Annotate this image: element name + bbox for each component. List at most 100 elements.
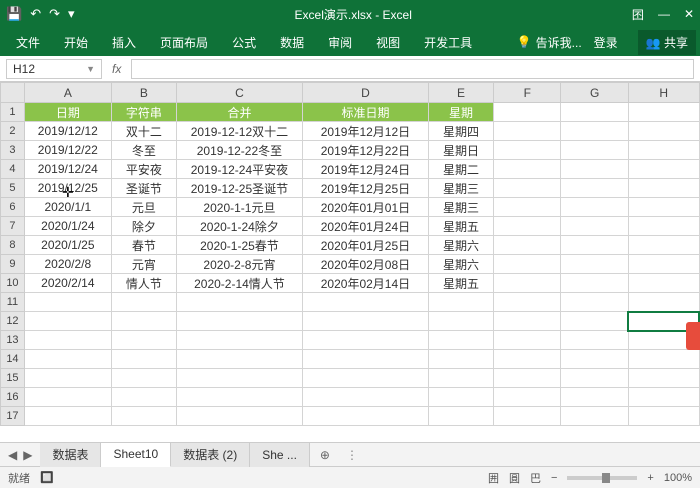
col-header-H[interactable]: H [628,83,699,103]
cell[interactable] [494,198,561,217]
tell-me[interactable]: 💡 告诉我... [517,34,582,51]
cell[interactable]: 星期日 [428,141,493,160]
col-header-A[interactable]: A [24,83,111,103]
cell[interactable] [494,236,561,255]
tab-formula[interactable]: 公式 [220,28,268,56]
cell[interactable] [561,198,628,217]
cell[interactable] [628,179,699,198]
row-header-17[interactable]: 17 [1,407,25,426]
tab-review[interactable]: 审阅 [316,28,364,56]
cell[interactable]: 2019年12月24日 [302,160,428,179]
cell[interactable]: 2019年12月12日 [302,122,428,141]
row-header-8[interactable]: 8 [1,236,25,255]
cell[interactable] [561,350,628,369]
sheet-tab[interactable]: 数据表 (2) [171,443,250,467]
row-header-13[interactable]: 13 [1,331,25,350]
cell[interactable]: 春节 [111,236,176,255]
cell[interactable]: 2019-12-25圣诞节 [176,179,302,198]
cell[interactable]: 2019/12/24 [24,160,111,179]
cell[interactable] [494,141,561,160]
cell[interactable]: 字符串 [111,103,176,122]
cell[interactable] [302,293,428,312]
cell[interactable] [494,350,561,369]
cell[interactable] [176,312,302,331]
cell[interactable]: 星期六 [428,236,493,255]
sheet-next-icon[interactable]: ▶ [23,448,32,462]
cell[interactable] [561,217,628,236]
cell[interactable]: 星期三 [428,179,493,198]
row-header-5[interactable]: 5 [1,179,25,198]
view-pagelayout-icon[interactable]: 圓 [509,470,520,486]
cell[interactable] [628,103,699,122]
cell[interactable]: 星期 [428,103,493,122]
cell[interactable] [628,388,699,407]
cell[interactable] [302,312,428,331]
cell[interactable] [561,179,628,198]
cell[interactable]: 2020年01月25日 [302,236,428,255]
cell[interactable] [302,331,428,350]
cell[interactable] [561,160,628,179]
cell[interactable] [494,255,561,274]
row-header-11[interactable]: 11 [1,293,25,312]
cell[interactable]: 标准日期 [302,103,428,122]
tab-layout[interactable]: 页面布局 [148,28,220,56]
row-header-1[interactable]: 1 [1,103,25,122]
cell[interactable] [628,198,699,217]
cell[interactable] [561,103,628,122]
cell[interactable]: 2019/12/12 [24,122,111,141]
cell[interactable] [176,350,302,369]
tab-data[interactable]: 数据 [268,28,316,56]
cell[interactable] [561,236,628,255]
minimize-icon[interactable]: — [658,7,670,21]
col-header-D[interactable]: D [302,83,428,103]
row-header-7[interactable]: 7 [1,217,25,236]
ribbon-options-icon[interactable]: 囨 [632,6,644,23]
cell[interactable]: 2019-12-22冬至 [176,141,302,160]
cell[interactable] [561,407,628,426]
tab-developer[interactable]: 开发工具 [412,28,484,56]
cell[interactable] [302,407,428,426]
cell[interactable]: 2020年01月24日 [302,217,428,236]
cell[interactable] [111,331,176,350]
cell[interactable] [428,388,493,407]
cell[interactable] [494,179,561,198]
cell[interactable]: 冬至 [111,141,176,160]
add-sheet-button[interactable]: ⊕ [310,448,340,462]
side-panel-tab[interactable] [686,322,700,350]
view-pagebreak-icon[interactable]: 巴 [530,470,541,486]
cell[interactable]: 2020年01月01日 [302,198,428,217]
row-header-4[interactable]: 4 [1,160,25,179]
row-header-15[interactable]: 15 [1,369,25,388]
tab-home[interactable]: 开始 [52,28,100,56]
cell[interactable] [428,312,493,331]
cell[interactable] [302,369,428,388]
cell[interactable]: 元宵 [111,255,176,274]
cell[interactable] [494,160,561,179]
col-header-B[interactable]: B [111,83,176,103]
cell[interactable] [24,369,111,388]
col-header-E[interactable]: E [428,83,493,103]
undo-icon[interactable]: ↶ [30,6,41,22]
cell[interactable]: 平安夜 [111,160,176,179]
cell[interactable] [494,407,561,426]
cell[interactable] [428,369,493,388]
cell[interactable] [24,388,111,407]
name-box[interactable]: H12 ▼ [6,59,102,79]
cell[interactable]: 圣诞节 [111,179,176,198]
cell[interactable] [561,122,628,141]
macro-record-icon[interactable]: 🔲 [40,471,54,484]
cell[interactable] [628,141,699,160]
tab-insert[interactable]: 插入 [100,28,148,56]
cell[interactable] [628,369,699,388]
cell[interactable] [24,331,111,350]
cell[interactable] [561,388,628,407]
cell[interactable] [494,312,561,331]
cell[interactable] [428,407,493,426]
cell[interactable] [628,274,699,293]
cell[interactable]: 星期五 [428,217,493,236]
cell[interactable] [494,293,561,312]
row-header-9[interactable]: 9 [1,255,25,274]
cell[interactable]: 2020/1/24 [24,217,111,236]
cell[interactable]: 元旦 [111,198,176,217]
cell[interactable]: 除夕 [111,217,176,236]
